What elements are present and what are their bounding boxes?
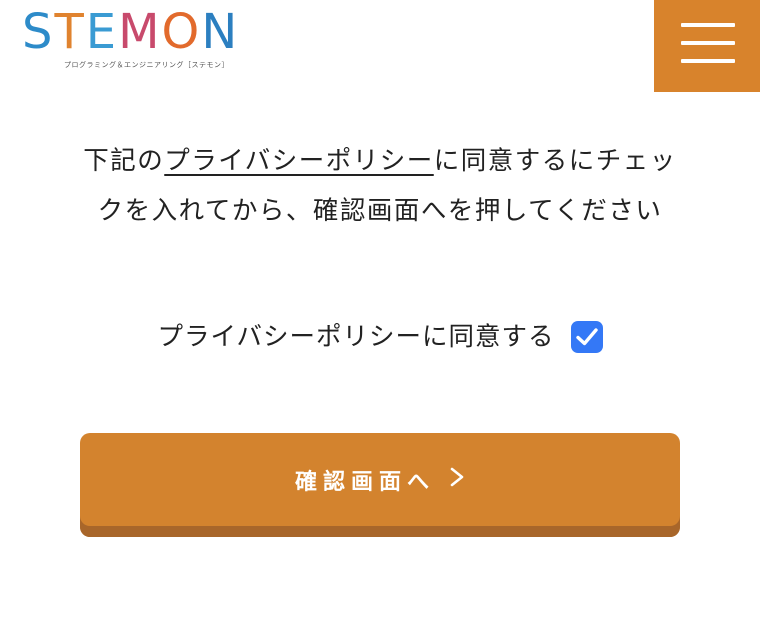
logo-wordmark: STEMON: [22, 6, 239, 58]
confirm-button[interactable]: 確認画面へ: [80, 433, 680, 537]
logo-letter-e: E: [85, 4, 119, 60]
agree-label[interactable]: プライバシーポリシーに同意する: [158, 322, 555, 352]
confirm-button-label: 確認画面へ: [294, 469, 435, 495]
page: STEMON プログラミング＆エンジニアリング［ステモン］ 下記のプライバシーポ…: [0, 0, 760, 622]
check-icon: [575, 328, 598, 346]
hamburger-menu-icon-line: [681, 41, 735, 45]
instruction-text: 下記のプライバシーポリシーに同意するにチェックを入れてから、確認画面へを押してく…: [72, 136, 688, 236]
logo-letter-t: T: [54, 4, 86, 60]
stemon-logo[interactable]: STEMON プログラミング＆エンジニアリング［ステモン］: [22, 6, 272, 72]
agree-row: プライバシーポリシーに同意する: [0, 313, 760, 359]
menu-button[interactable]: [654, 0, 760, 92]
chevron-right-icon: [449, 467, 465, 493]
logo-letter-o: O: [161, 4, 202, 60]
agree-checkbox[interactable]: [570, 321, 603, 353]
hamburger-menu-icon: [681, 23, 735, 27]
logo-subtitle: プログラミング＆エンジニアリング［ステモン］: [64, 61, 229, 69]
hamburger-menu-icon-line: [681, 59, 735, 63]
logo-letter-s: S: [22, 4, 55, 60]
logo-letter-m: M: [118, 4, 162, 60]
logo-letter-n: N: [201, 4, 240, 60]
instruction-text-before: 下記の: [83, 146, 165, 176]
privacy-policy-link[interactable]: プライバシーポリシー: [164, 146, 434, 176]
